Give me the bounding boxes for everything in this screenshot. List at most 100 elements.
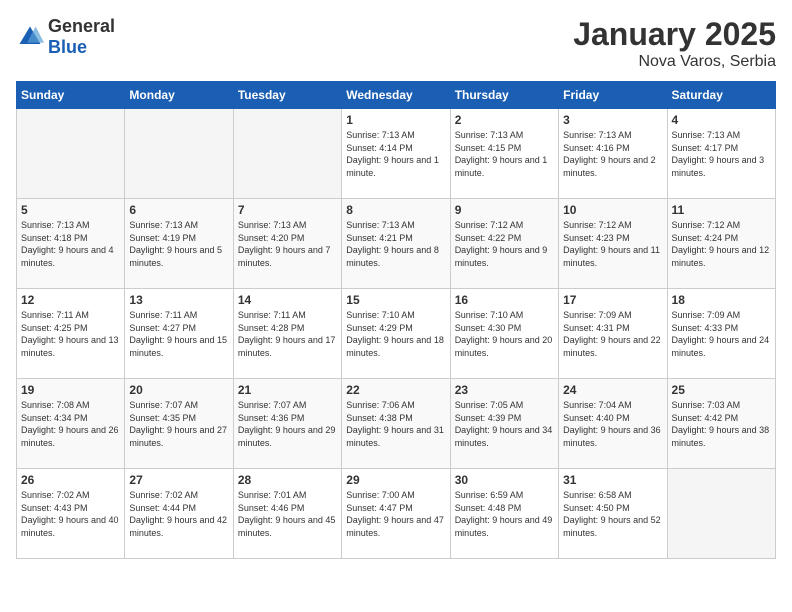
sunset-label: Sunset: 4:25 PM: [21, 323, 88, 333]
day-info: Sunrise: 7:03 AM Sunset: 4:42 PM Dayligh…: [672, 399, 771, 449]
sunrise-label: Sunrise: 7:07 AM: [238, 400, 307, 410]
day-info: Sunrise: 7:10 AM Sunset: 4:30 PM Dayligh…: [455, 309, 554, 359]
sunset-label: Sunset: 4:30 PM: [455, 323, 522, 333]
sunrise-label: Sunrise: 7:10 AM: [346, 310, 415, 320]
day-info: Sunrise: 7:13 AM Sunset: 4:16 PM Dayligh…: [563, 129, 662, 179]
weekday-header-friday: Friday: [559, 82, 667, 109]
day-info: Sunrise: 7:10 AM Sunset: 4:29 PM Dayligh…: [346, 309, 445, 359]
sunrise-label: Sunrise: 7:13 AM: [238, 220, 307, 230]
day-number: 4: [672, 113, 771, 127]
sunrise-label: Sunrise: 7:02 AM: [129, 490, 198, 500]
sunset-label: Sunset: 4:48 PM: [455, 503, 522, 513]
logo-icon: [16, 23, 44, 51]
day-number: 19: [21, 383, 120, 397]
daylight-label: Daylight: 9 hours and 27 minutes.: [129, 425, 227, 448]
calendar-cell: 13 Sunrise: 7:11 AM Sunset: 4:27 PM Dayl…: [125, 289, 233, 379]
sunrise-label: Sunrise: 7:11 AM: [129, 310, 197, 320]
calendar-cell: 1 Sunrise: 7:13 AM Sunset: 4:14 PM Dayli…: [342, 109, 450, 199]
sunrise-label: Sunrise: 7:07 AM: [129, 400, 198, 410]
month-title: January 2025: [573, 16, 776, 53]
calendar-cell: 20 Sunrise: 7:07 AM Sunset: 4:35 PM Dayl…: [125, 379, 233, 469]
sunrise-label: Sunrise: 7:12 AM: [672, 220, 741, 230]
day-info: Sunrise: 7:13 AM Sunset: 4:19 PM Dayligh…: [129, 219, 228, 269]
day-info: Sunrise: 7:13 AM Sunset: 4:14 PM Dayligh…: [346, 129, 445, 179]
day-number: 28: [238, 473, 337, 487]
day-info: Sunrise: 7:09 AM Sunset: 4:33 PM Dayligh…: [672, 309, 771, 359]
sunset-label: Sunset: 4:29 PM: [346, 323, 413, 333]
sunset-label: Sunset: 4:44 PM: [129, 503, 196, 513]
daylight-label: Daylight: 9 hours and 15 minutes.: [129, 335, 227, 358]
daylight-label: Daylight: 9 hours and 12 minutes.: [672, 245, 770, 268]
location: Nova Varos, Serbia: [573, 53, 776, 71]
week-row-2: 5 Sunrise: 7:13 AM Sunset: 4:18 PM Dayli…: [17, 199, 776, 289]
sunset-label: Sunset: 4:16 PM: [563, 143, 630, 153]
day-number: 6: [129, 203, 228, 217]
calendar-cell: 25 Sunrise: 7:03 AM Sunset: 4:42 PM Dayl…: [667, 379, 775, 469]
day-info: Sunrise: 7:11 AM Sunset: 4:28 PM Dayligh…: [238, 309, 337, 359]
sunset-label: Sunset: 4:40 PM: [563, 413, 630, 423]
sunrise-label: Sunrise: 6:59 AM: [455, 490, 524, 500]
sunset-label: Sunset: 4:46 PM: [238, 503, 305, 513]
daylight-label: Daylight: 9 hours and 17 minutes.: [238, 335, 336, 358]
daylight-label: Daylight: 9 hours and 1 minute.: [455, 155, 548, 178]
weekday-header-sunday: Sunday: [17, 82, 125, 109]
sunrise-label: Sunrise: 7:00 AM: [346, 490, 415, 500]
sunrise-label: Sunrise: 7:09 AM: [563, 310, 632, 320]
sunrise-label: Sunrise: 7:11 AM: [21, 310, 89, 320]
calendar-cell: 27 Sunrise: 7:02 AM Sunset: 4:44 PM Dayl…: [125, 469, 233, 559]
sunset-label: Sunset: 4:21 PM: [346, 233, 413, 243]
calendar-cell: 24 Sunrise: 7:04 AM Sunset: 4:40 PM Dayl…: [559, 379, 667, 469]
sunrise-label: Sunrise: 7:13 AM: [672, 130, 741, 140]
day-number: 30: [455, 473, 554, 487]
sunset-label: Sunset: 4:35 PM: [129, 413, 196, 423]
day-number: 31: [563, 473, 662, 487]
sunrise-label: Sunrise: 7:09 AM: [672, 310, 741, 320]
daylight-label: Daylight: 9 hours and 18 minutes.: [346, 335, 444, 358]
day-info: Sunrise: 7:04 AM Sunset: 4:40 PM Dayligh…: [563, 399, 662, 449]
logo-blue: Blue: [48, 37, 87, 57]
calendar-cell: 2 Sunrise: 7:13 AM Sunset: 4:15 PM Dayli…: [450, 109, 558, 199]
day-number: 16: [455, 293, 554, 307]
day-number: 26: [21, 473, 120, 487]
day-number: 24: [563, 383, 662, 397]
daylight-label: Daylight: 9 hours and 26 minutes.: [21, 425, 119, 448]
sunset-label: Sunset: 4:23 PM: [563, 233, 630, 243]
logo: General Blue: [16, 16, 115, 58]
daylight-label: Daylight: 9 hours and 22 minutes.: [563, 335, 661, 358]
sunset-label: Sunset: 4:18 PM: [21, 233, 88, 243]
day-info: Sunrise: 7:12 AM Sunset: 4:23 PM Dayligh…: [563, 219, 662, 269]
day-number: 17: [563, 293, 662, 307]
day-info: Sunrise: 7:13 AM Sunset: 4:17 PM Dayligh…: [672, 129, 771, 179]
sunset-label: Sunset: 4:15 PM: [455, 143, 522, 153]
day-number: 1: [346, 113, 445, 127]
day-info: Sunrise: 7:02 AM Sunset: 4:44 PM Dayligh…: [129, 489, 228, 539]
calendar-cell: 10 Sunrise: 7:12 AM Sunset: 4:23 PM Dayl…: [559, 199, 667, 289]
day-info: Sunrise: 7:11 AM Sunset: 4:25 PM Dayligh…: [21, 309, 120, 359]
sunrise-label: Sunrise: 6:58 AM: [563, 490, 632, 500]
day-info: Sunrise: 7:07 AM Sunset: 4:35 PM Dayligh…: [129, 399, 228, 449]
day-info: Sunrise: 7:12 AM Sunset: 4:22 PM Dayligh…: [455, 219, 554, 269]
day-number: 14: [238, 293, 337, 307]
calendar-cell: 29 Sunrise: 7:00 AM Sunset: 4:47 PM Dayl…: [342, 469, 450, 559]
title-block: January 2025 Nova Varos, Serbia: [573, 16, 776, 71]
daylight-label: Daylight: 9 hours and 38 minutes.: [672, 425, 770, 448]
day-number: 9: [455, 203, 554, 217]
day-number: 18: [672, 293, 771, 307]
sunrise-label: Sunrise: 7:13 AM: [21, 220, 90, 230]
daylight-label: Daylight: 9 hours and 20 minutes.: [455, 335, 553, 358]
calendar-cell: 26 Sunrise: 7:02 AM Sunset: 4:43 PM Dayl…: [17, 469, 125, 559]
sunset-label: Sunset: 4:14 PM: [346, 143, 413, 153]
day-info: Sunrise: 7:13 AM Sunset: 4:21 PM Dayligh…: [346, 219, 445, 269]
sunrise-label: Sunrise: 7:10 AM: [455, 310, 524, 320]
daylight-label: Daylight: 9 hours and 13 minutes.: [21, 335, 119, 358]
day-info: Sunrise: 6:58 AM Sunset: 4:50 PM Dayligh…: [563, 489, 662, 539]
sunset-label: Sunset: 4:36 PM: [238, 413, 305, 423]
calendar-table: SundayMondayTuesdayWednesdayThursdayFrid…: [16, 81, 776, 559]
day-number: 29: [346, 473, 445, 487]
daylight-label: Daylight: 9 hours and 8 minutes.: [346, 245, 439, 268]
calendar-cell: [233, 109, 341, 199]
calendar-cell: 30 Sunrise: 6:59 AM Sunset: 4:48 PM Dayl…: [450, 469, 558, 559]
calendar-cell: [17, 109, 125, 199]
daylight-label: Daylight: 9 hours and 47 minutes.: [346, 515, 444, 538]
calendar-cell: 6 Sunrise: 7:13 AM Sunset: 4:19 PM Dayli…: [125, 199, 233, 289]
